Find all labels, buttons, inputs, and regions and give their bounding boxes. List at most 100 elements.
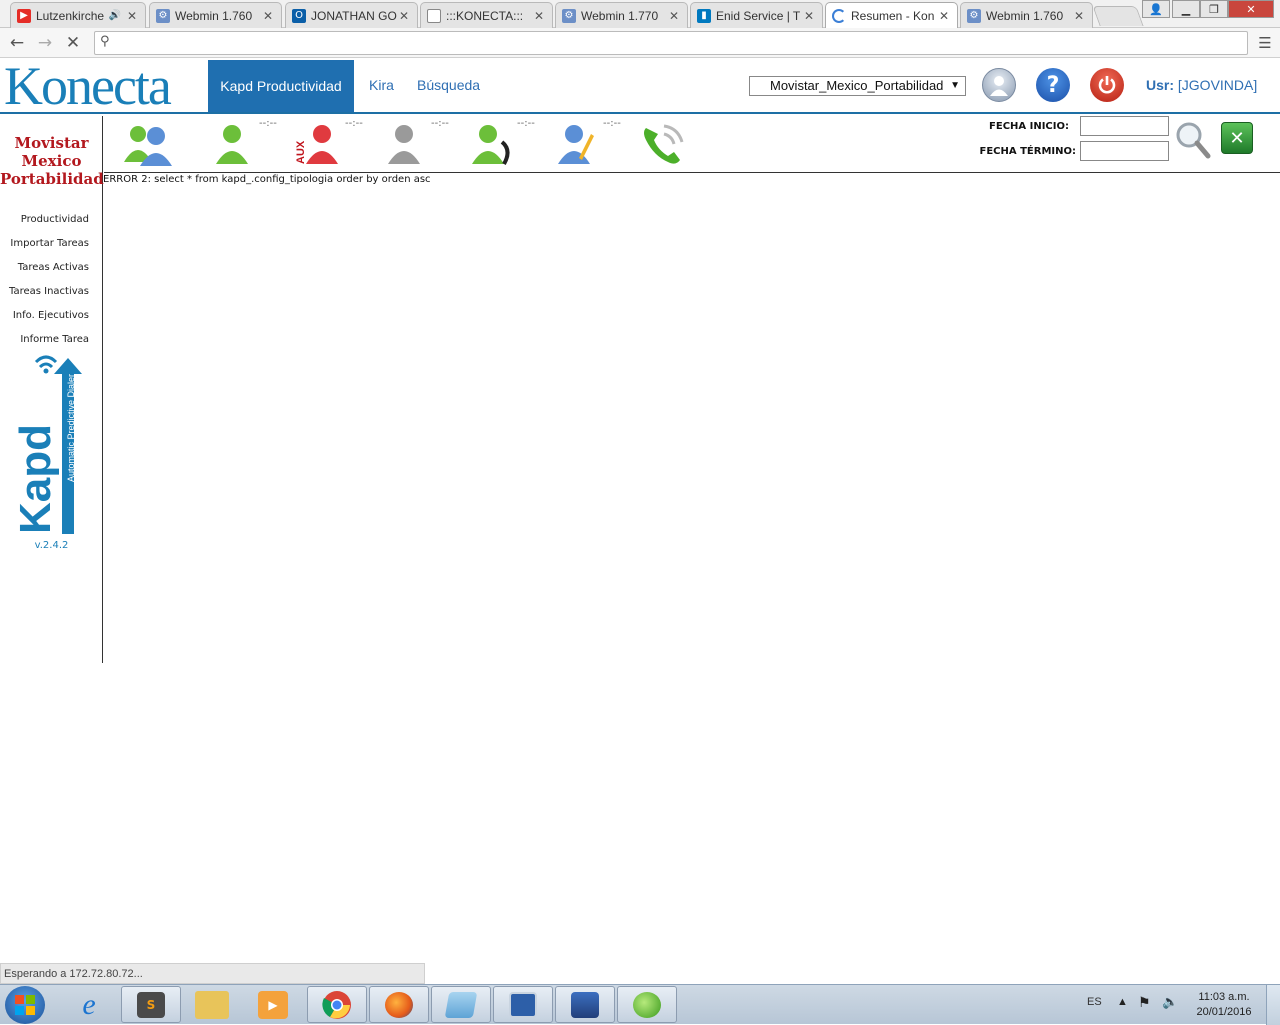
browser-tab[interactable]: O JONATHAN GO ✕ bbox=[285, 2, 418, 28]
menu-icon[interactable]: ☰ bbox=[1254, 32, 1276, 54]
editing-counter: --:-- bbox=[603, 118, 621, 129]
close-icon[interactable]: ✕ bbox=[397, 9, 411, 23]
power-icon[interactable] bbox=[1090, 68, 1124, 102]
remote-desktop-icon bbox=[509, 991, 537, 1018]
taskbar-notepad[interactable] bbox=[431, 986, 491, 1023]
loading-icon bbox=[832, 9, 846, 23]
show-desktop-button[interactable] bbox=[1266, 985, 1280, 1025]
close-icon[interactable]: ✕ bbox=[532, 9, 546, 23]
konecta-logo: Konecta bbox=[4, 56, 172, 116]
media-player-icon[interactable]: ▶ bbox=[258, 991, 288, 1019]
on-call-counter: --:-- bbox=[517, 118, 535, 129]
error-message: ERROR 2: select * from kapd_.config_tipo… bbox=[103, 174, 431, 185]
profile-button[interactable]: 👤 bbox=[1142, 0, 1170, 18]
taskbar-remote-desktop[interactable] bbox=[493, 986, 553, 1023]
volume-icon[interactable]: 🔈 bbox=[1162, 994, 1178, 1010]
nav-kira[interactable]: Kira bbox=[369, 77, 394, 93]
audio-icon: 🔊 bbox=[108, 10, 121, 21]
offline-counter: --:-- bbox=[431, 118, 449, 129]
fecha-inicio-input[interactable] bbox=[1080, 116, 1169, 136]
menu-importar-tareas[interactable]: Importar Tareas bbox=[10, 238, 89, 249]
kapd-logo: Kapd Automatic Predictive Dialer bbox=[14, 355, 82, 534]
new-tab-button[interactable] bbox=[1092, 6, 1144, 26]
sidebar: Movistar Mexico Portabilidad Productivid… bbox=[0, 116, 104, 663]
softphone-icon bbox=[633, 991, 661, 1018]
close-icon[interactable]: ✕ bbox=[261, 9, 275, 23]
show-hidden-icons-icon[interactable]: ▲ bbox=[1117, 996, 1128, 1008]
tab-title: JONATHAN GO bbox=[311, 8, 397, 23]
taskbar-network[interactable] bbox=[555, 986, 615, 1023]
kapd-tagline: Automatic Predictive Dialer bbox=[66, 374, 76, 482]
sublime-icon: S bbox=[137, 991, 165, 1018]
on-call-agent-icon[interactable] bbox=[472, 122, 514, 166]
aux-agent-icon[interactable]: AUX bbox=[294, 122, 340, 166]
client-line: Movistar bbox=[14, 134, 89, 152]
fecha-termino-input[interactable] bbox=[1080, 141, 1169, 161]
browser-tab[interactable]: ▮ Enid Service | T ✕ bbox=[690, 2, 823, 28]
menu-informe-tarea[interactable]: Informe Tarea bbox=[20, 334, 89, 345]
file-explorer-icon[interactable] bbox=[195, 991, 229, 1019]
browser-tab-strip: ▶ Lutzenkirche 🔊 ✕ ⚙ Webmin 1.760 ✕ O JO… bbox=[0, 0, 1280, 29]
forward-icon[interactable]: → bbox=[34, 32, 56, 54]
address-bar[interactable]: ⚲ bbox=[94, 31, 1248, 55]
language-indicator[interactable]: ES bbox=[1087, 996, 1102, 1008]
close-icon[interactable]: ✕ bbox=[1072, 9, 1086, 23]
maximize-button[interactable]: ❐ bbox=[1200, 0, 1228, 18]
status-icon-row: --:-- AUX --:-- --:-- --:-- --:-- FECHA … bbox=[104, 116, 1280, 173]
taskbar-chrome[interactable] bbox=[307, 986, 367, 1023]
internet-explorer-icon[interactable]: e bbox=[70, 988, 108, 1021]
editing-agent-icon[interactable] bbox=[558, 122, 600, 166]
webmin-icon: ⚙ bbox=[967, 8, 981, 23]
browser-tab[interactable]: :::KONECTA::: ✕ bbox=[420, 2, 553, 28]
search-icon[interactable] bbox=[1174, 120, 1212, 160]
browser-tab[interactable]: ▶ Lutzenkirche 🔊 ✕ bbox=[10, 2, 146, 28]
tab-title: :::KONECTA::: bbox=[446, 8, 524, 23]
close-window-button[interactable]: ✕ bbox=[1228, 0, 1274, 18]
network-icon bbox=[571, 991, 599, 1018]
phone-calls-icon[interactable] bbox=[638, 120, 688, 168]
stop-icon[interactable]: ✕ bbox=[62, 32, 84, 54]
offline-agent-icon[interactable] bbox=[386, 122, 422, 166]
back-icon[interactable]: ← bbox=[6, 32, 28, 54]
close-icon[interactable]: ✕ bbox=[802, 9, 816, 23]
all-agents-icon[interactable] bbox=[122, 122, 174, 166]
taskbar-sublime[interactable]: S bbox=[121, 986, 181, 1023]
webmin-icon: ⚙ bbox=[156, 8, 170, 23]
user-profile-icon[interactable] bbox=[982, 68, 1016, 102]
excel-export-icon[interactable]: ✕ bbox=[1221, 122, 1253, 154]
menu-productividad[interactable]: Productividad bbox=[21, 214, 89, 225]
close-icon[interactable]: ✕ bbox=[667, 9, 681, 23]
page-icon bbox=[427, 8, 441, 23]
search-icon: ⚲ bbox=[100, 34, 110, 49]
browser-tab[interactable]: ⚙ Webmin 1.770 ✕ bbox=[555, 2, 688, 28]
aux-counter: --:-- bbox=[345, 118, 363, 129]
firefox-icon bbox=[385, 991, 413, 1018]
start-button[interactable] bbox=[5, 986, 45, 1024]
menu-tareas-inactivas[interactable]: Tareas Inactivas bbox=[9, 286, 89, 297]
available-agent-icon[interactable] bbox=[214, 122, 250, 166]
menu-tareas-activas[interactable]: Tareas Activas bbox=[18, 262, 89, 273]
nav-kapd-productividad[interactable]: Kapd Productividad bbox=[208, 60, 354, 112]
available-counter: --:-- bbox=[259, 118, 277, 129]
campaign-select-value: Movistar_Mexico_Portabilidad bbox=[770, 78, 944, 93]
menu-info-ejecutivos[interactable]: Info. Ejecutivos bbox=[13, 310, 89, 321]
nav-busqueda[interactable]: Búsqueda bbox=[417, 77, 480, 93]
webmin-icon: ⚙ bbox=[562, 8, 576, 23]
browser-toolbar: ← → ✕ ⚲ ☰ bbox=[0, 28, 1280, 58]
browser-tab-active[interactable]: Resumen - Kon ✕ bbox=[825, 2, 958, 29]
clock[interactable]: 11:03 a.m. 20/01/2016 bbox=[1192, 990, 1256, 1020]
windows-logo-icon bbox=[15, 995, 35, 1015]
help-icon[interactable]: ? bbox=[1036, 68, 1070, 102]
taskbar-softphone[interactable] bbox=[617, 986, 677, 1023]
close-icon[interactable]: ✕ bbox=[937, 9, 951, 23]
action-center-flag-icon[interactable]: ⚑ bbox=[1138, 994, 1151, 1011]
browser-tab[interactable]: ⚙ Webmin 1.760 ✕ bbox=[149, 2, 282, 28]
tab-title: Lutzenkirche bbox=[36, 8, 105, 23]
minimize-button[interactable]: ▁ bbox=[1172, 0, 1200, 18]
close-icon[interactable]: ✕ bbox=[125, 9, 139, 23]
campaign-select[interactable]: Movistar_Mexico_Portabilidad ▼ bbox=[749, 76, 966, 96]
tab-title: Webmin 1.770 bbox=[581, 8, 659, 23]
taskbar-firefox[interactable] bbox=[369, 986, 429, 1023]
browser-tab[interactable]: ⚙ Webmin 1.760 ✕ bbox=[960, 2, 1093, 28]
fecha-termino-label: FECHA TÉRMINO: bbox=[979, 146, 1076, 157]
